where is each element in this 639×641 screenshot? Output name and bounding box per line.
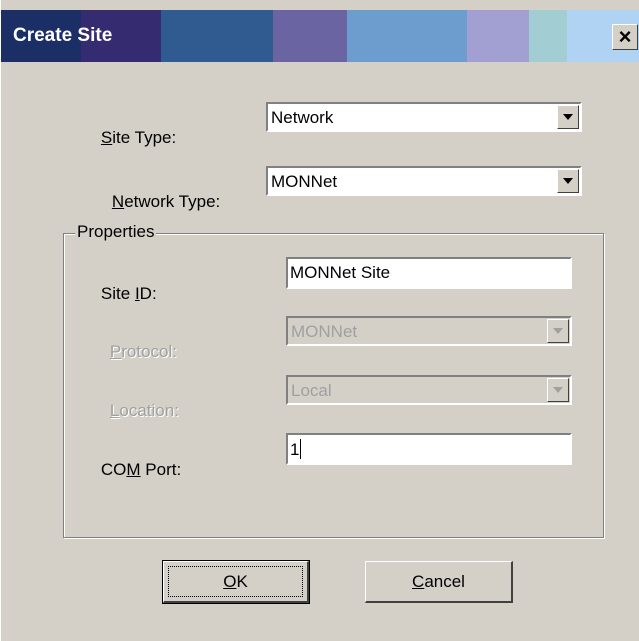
- site-id-value: MONNet Site: [290, 263, 391, 282]
- location-dropdown-button: [547, 378, 569, 402]
- com-port-label: COM Port:: [100, 460, 182, 479]
- protocol-select: MONNet: [286, 316, 572, 346]
- focus-rect: [168, 566, 303, 597]
- titlebar-gradient-seg: [161, 10, 273, 62]
- titlebar-gradient-seg: [467, 10, 529, 62]
- cancel-button[interactable]: Cancel: [365, 561, 513, 603]
- chevron-down-icon: [563, 114, 573, 120]
- chevron-down-icon: [553, 387, 563, 393]
- create-site-dialog: Create Site × Site Type: Network Network…: [0, 0, 639, 641]
- network-type-select[interactable]: MONNet: [266, 166, 582, 196]
- location-select: Local: [286, 375, 572, 405]
- com-port-value: 1: [290, 439, 302, 459]
- chevron-down-icon: [553, 328, 563, 334]
- dialog-title: Create Site: [13, 25, 113, 46]
- titlebar-gradient-seg: [273, 10, 347, 62]
- network-type-value: MONNet: [271, 172, 338, 191]
- site-type-label: Site Type:: [100, 128, 177, 147]
- cancel-button-label: Cancel: [412, 572, 465, 591]
- properties-group-title: Properties: [75, 222, 157, 242]
- site-type-dropdown-button[interactable]: [557, 105, 579, 129]
- com-port-input[interactable]: 1: [286, 433, 572, 465]
- close-icon: ×: [618, 24, 632, 49]
- titlebar-gradient-seg: [529, 10, 567, 62]
- protocol-dropdown-button: [547, 319, 569, 343]
- site-id-input[interactable]: MONNet Site: [286, 257, 572, 289]
- protocol-value: MONNet: [291, 322, 358, 341]
- site-id-label: Site ID:: [100, 284, 157, 303]
- site-type-value: Network: [271, 108, 334, 127]
- chevron-down-icon: [563, 178, 573, 184]
- ok-button[interactable]: OK: [162, 560, 310, 604]
- titlebar-gradient-seg: [347, 10, 467, 62]
- close-button[interactable]: ×: [612, 24, 638, 50]
- text-caret: [300, 439, 302, 459]
- title-bar[interactable]: Create Site ×: [1, 10, 639, 62]
- protocol-label: Protocol:: [109, 342, 177, 361]
- network-type-dropdown-button[interactable]: [557, 169, 579, 193]
- site-type-select[interactable]: Network: [266, 102, 582, 132]
- location-value: Local: [291, 381, 332, 400]
- location-label: Location:: [109, 401, 179, 420]
